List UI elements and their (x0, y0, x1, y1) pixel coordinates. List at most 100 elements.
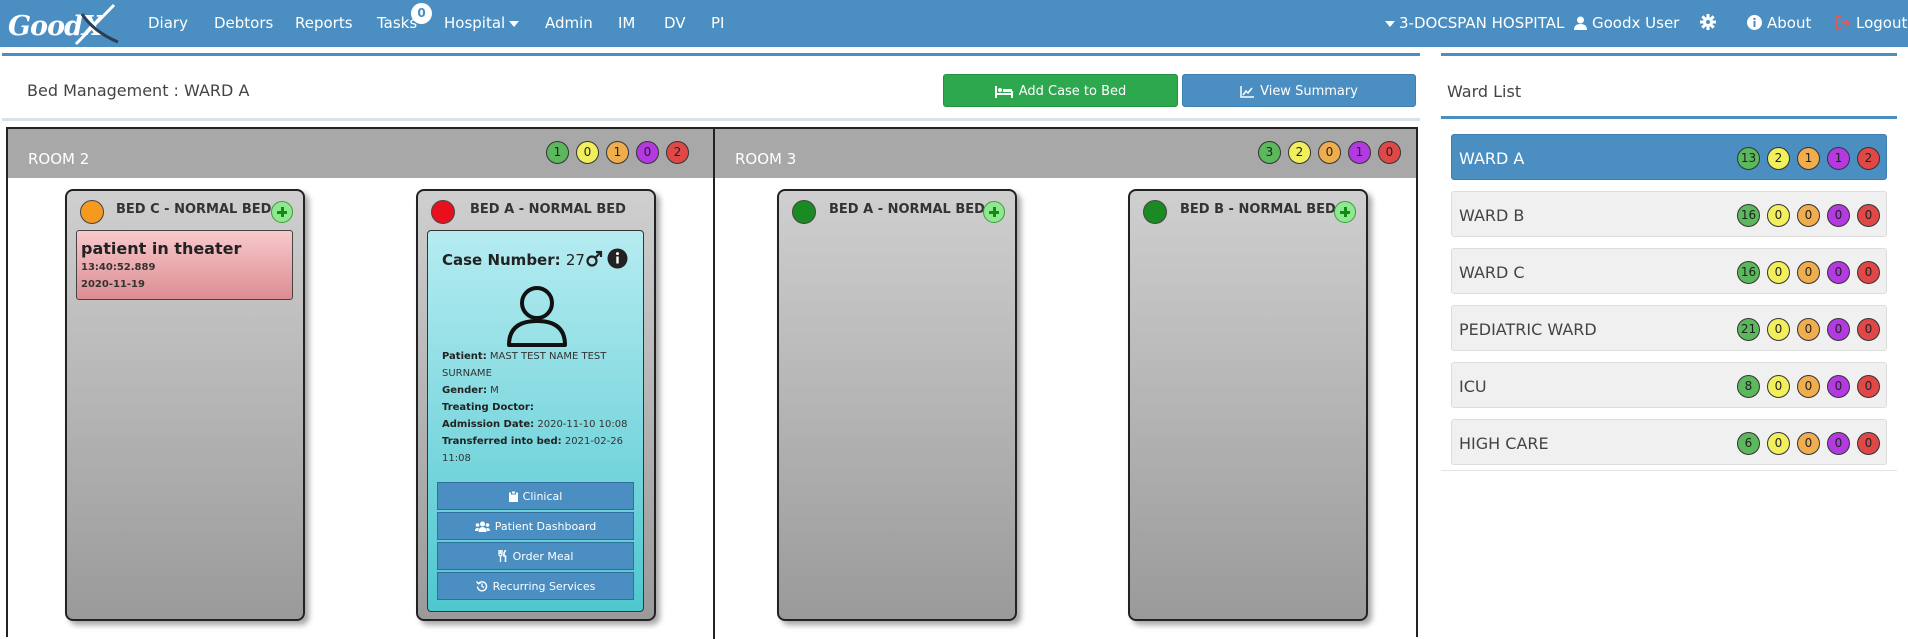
admission-label: Admission Date: (442, 419, 535, 430)
ward-item[interactable]: PEDIATRIC WARD 21 0 0 0 0 (1451, 305, 1887, 351)
count-purple: 0 (636, 141, 659, 164)
case-number: Case Number: 27 (442, 251, 585, 269)
ward-item[interactable]: WARD A 13 2 1 1 2 (1451, 134, 1887, 180)
ward-status-counts: 6 0 0 0 0 (1737, 432, 1880, 455)
count-green: 8 (1737, 375, 1760, 398)
count-yellow: 0 (1767, 375, 1790, 398)
nav-pi[interactable]: PI (711, 14, 724, 32)
add-case-plus-icon[interactable] (271, 201, 293, 223)
case-number-label: Case Number: (442, 251, 561, 269)
add-case-to-bed-button[interactable]: Add Case to Bed (943, 74, 1178, 107)
bed-card[interactable]: BED A - NORMAL BED Case Number: 27 Patie… (416, 189, 656, 621)
add-case-plus-icon[interactable] (983, 201, 1005, 223)
count-purple: 1 (1348, 141, 1371, 164)
order-meal-label: Order Meal (512, 550, 574, 563)
ward-item[interactable]: HIGH CARE 6 0 0 0 0 (1451, 419, 1887, 465)
gender-label: Gender: (442, 385, 487, 396)
clipboard-icon (508, 490, 518, 502)
caret-down-icon (1385, 20, 1395, 27)
room-header: ROOM 3 3 2 0 1 0 (715, 129, 1416, 178)
count-yellow: 0 (1767, 432, 1790, 455)
ward-status-counts: 16 0 0 0 0 (1737, 261, 1880, 284)
bed-status-dot (792, 200, 816, 224)
count-yellow: 0 (1767, 261, 1790, 284)
patient-label: Patient: (442, 351, 487, 362)
count-yellow: 2 (1288, 141, 1311, 164)
page-title: Bed Management : WARD A (27, 81, 250, 100)
clinical-button[interactable]: Clinical (437, 482, 634, 510)
bed-card[interactable]: BED C - NORMAL BED patient in theater 13… (65, 189, 305, 621)
count-orange: 0 (1797, 432, 1820, 455)
count-purple: 0 (1827, 204, 1850, 227)
about-link[interactable]: About (1747, 14, 1811, 32)
nav-hospital-label: Hospital (444, 14, 506, 32)
count-orange: 1 (606, 141, 629, 164)
ward-item[interactable]: WARD C 16 0 0 0 0 (1451, 248, 1887, 294)
count-green: 13 (1737, 147, 1760, 170)
ward-list-title: Ward List (1447, 82, 1522, 101)
room-name: ROOM 2 (28, 150, 90, 168)
count-orange: 0 (1797, 318, 1820, 341)
transfer-row: Transferred into bed: 2021-02-26 11:08 (442, 433, 632, 467)
count-orange: 0 (1797, 204, 1820, 227)
patient-dashboard-button[interactable]: Patient Dashboard (437, 512, 634, 540)
ward-item[interactable]: WARD B 16 0 0 0 0 (1451, 191, 1887, 237)
logout-link[interactable]: Logout (1836, 14, 1907, 32)
ward-item[interactable]: ICU 8 0 0 0 0 (1451, 362, 1887, 408)
nav-admin[interactable]: Admin (545, 14, 593, 32)
bed-card[interactable]: BED B - NORMAL BED (1128, 189, 1368, 621)
nav-debtors[interactable]: Debtors (214, 14, 273, 32)
panel-sub-rule (2, 118, 1420, 121)
info-circle-icon[interactable] (607, 248, 628, 269)
room-status-counts: 3 2 0 1 0 (1258, 141, 1401, 164)
settings-button[interactable] (1700, 14, 1716, 34)
gear-icon (1700, 14, 1716, 30)
bed-status-dot (431, 200, 455, 224)
ward-name: WARD B (1459, 206, 1525, 225)
room-card: ROOM 3 3 2 0 1 0 BED A - NORMAL BED BED … (713, 129, 1416, 639)
info-circle-icon (1747, 15, 1762, 30)
nav-dv[interactable]: DV (664, 14, 686, 32)
count-purple: 1 (1827, 147, 1850, 170)
hospital-selector[interactable]: 3-DOCSPAN HOSPITAL (1381, 14, 1564, 32)
ward-name: PEDIATRIC WARD (1459, 320, 1597, 339)
count-green: 16 (1737, 204, 1760, 227)
user-icon (1574, 16, 1587, 30)
bed-title: BED B - NORMAL BED (1180, 202, 1336, 217)
bed-note-card[interactable]: patient in theater 13:40:52.889 2020-11-… (76, 230, 293, 300)
bed-card[interactable]: BED A - NORMAL BED (777, 189, 1017, 621)
utensils-icon (497, 549, 507, 562)
ward-panel-rule (1441, 53, 1897, 56)
add-case-plus-icon[interactable] (1334, 201, 1356, 223)
recurring-services-button[interactable]: Recurring Services (437, 572, 634, 600)
nav-hospital-dropdown[interactable]: Hospital (444, 14, 523, 32)
users-icon (474, 521, 490, 532)
doctor-row: Treating Doctor: (442, 399, 632, 416)
bed-icon (994, 86, 1013, 98)
ward-name: WARD A (1459, 149, 1525, 168)
goodx-logo[interactable]: GoodX (8, 2, 119, 46)
count-purple: 0 (1827, 375, 1850, 398)
nav-diary[interactable]: Diary (148, 14, 188, 32)
gender-value: M (490, 385, 499, 396)
panel-top-rule (2, 53, 1420, 56)
count-green: 1 (546, 141, 569, 164)
order-meal-button[interactable]: Order Meal (437, 542, 634, 570)
bed-status-dot (1143, 200, 1167, 224)
count-red: 0 (1857, 204, 1880, 227)
patient-card[interactable]: Case Number: 27 Patient: MAST TEST NAME … (427, 230, 644, 612)
user-name: Goodx User (1592, 14, 1680, 32)
user-menu[interactable]: Goodx User (1574, 14, 1679, 32)
nav-reports[interactable]: Reports (295, 14, 353, 32)
nav-im[interactable]: IM (618, 14, 635, 32)
count-purple: 0 (1827, 261, 1850, 284)
note-title: patient in theater (81, 239, 242, 258)
ward-panel-rule (1441, 116, 1897, 119)
view-summary-button[interactable]: View Summary (1182, 74, 1416, 107)
ward-status-counts: 21 0 0 0 0 (1737, 318, 1880, 341)
count-red: 2 (666, 141, 689, 164)
count-red: 0 (1857, 318, 1880, 341)
count-red: 2 (1857, 147, 1880, 170)
ward-name: WARD C (1459, 263, 1525, 282)
count-green: 3 (1258, 141, 1281, 164)
